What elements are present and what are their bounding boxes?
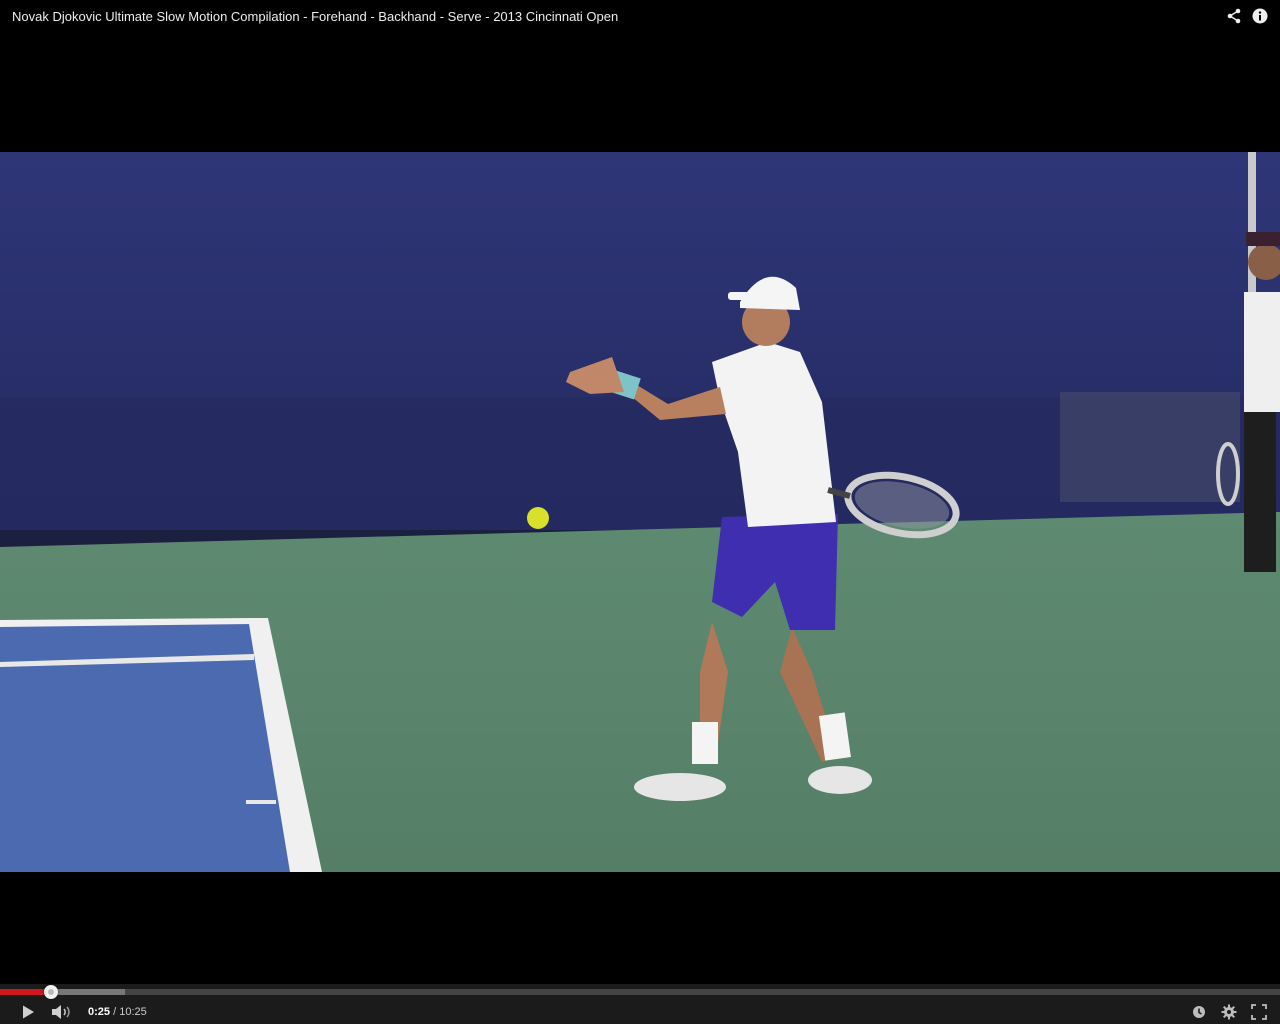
time-separator: / [113,1006,117,1018]
progress-bar[interactable] [0,985,1280,999]
fullscreen-icon [1251,1004,1267,1020]
play-icon [23,1005,34,1019]
progress-scrubber[interactable] [44,985,59,999]
time-display: 0:25 / 10:25 [88,1006,147,1018]
player-controls: 0:25 / 10:25 [0,984,1280,1024]
tennis-ball [527,507,549,529]
video-scene [0,152,1280,872]
volume-button[interactable] [48,1004,76,1020]
volume-icon [52,1005,70,1019]
duration: 10:25 [119,1006,147,1018]
watch-later-button[interactable] [1184,1005,1214,1019]
info-icon[interactable] [1252,8,1268,24]
center-mark [246,800,276,804]
video-title[interactable]: Novak Djokovic Ultimate Slow Motion Comp… [12,9,1226,24]
current-time: 0:25 [88,1006,111,1018]
settings-button[interactable] [1214,1004,1244,1020]
chain-link-fence [1060,392,1240,502]
video-frame[interactable] [0,152,1280,872]
control-row: 0:25 / 10:25 [0,1000,1280,1024]
play-button[interactable] [8,1004,48,1020]
settings-icon [1221,1004,1237,1020]
title-actions [1226,8,1268,24]
watch-later-icon [1193,1006,1205,1018]
title-bar: Novak Djokovic Ultimate Slow Motion Comp… [0,0,1280,32]
share-icon[interactable] [1226,8,1242,24]
fullscreen-button[interactable] [1244,1004,1274,1020]
